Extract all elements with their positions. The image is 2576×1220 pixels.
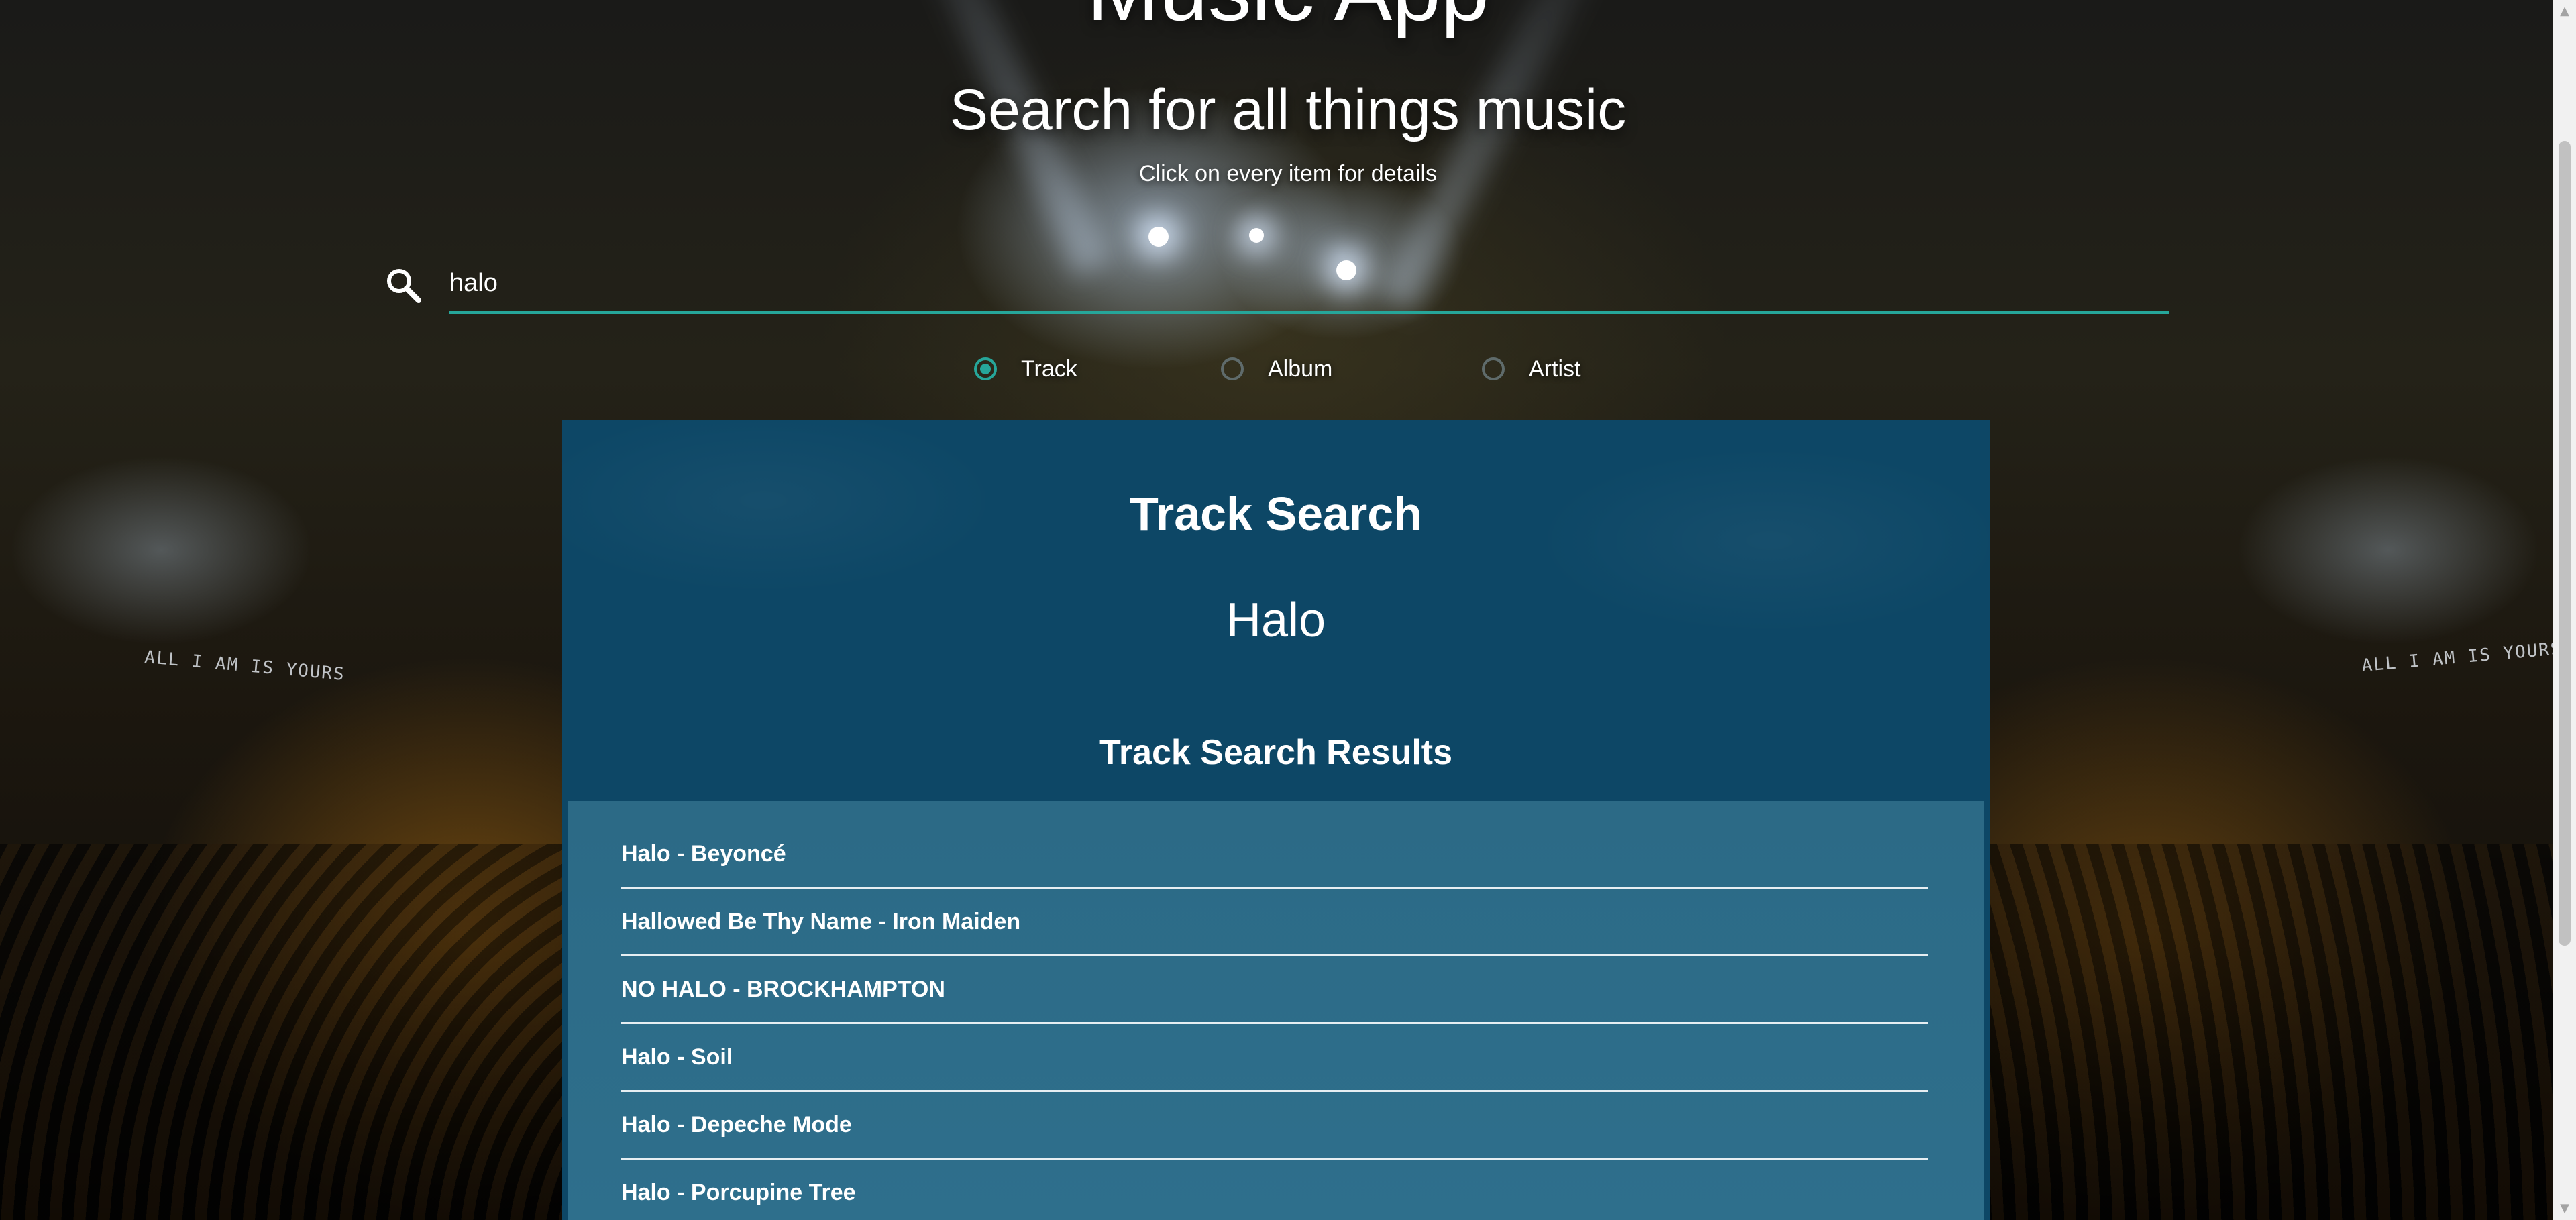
search-bar: [382, 255, 2169, 315]
radio-track-indicator[interactable]: [974, 357, 997, 380]
radio-album-indicator[interactable]: [1221, 357, 1244, 380]
result-item[interactable]: Halo - Porcupine Tree: [621, 1160, 1928, 1220]
page-title: Search for all things music: [949, 78, 1627, 142]
search-type-group: Track Album Artist: [0, 349, 2576, 389]
page-subtitle: Click on every item for details: [1138, 161, 1438, 186]
scroll-down-arrow-icon[interactable]: ▼: [2553, 1197, 2576, 1220]
app-title: Music App: [0, 0, 2576, 40]
scroll-thumb[interactable]: [2559, 141, 2571, 946]
stage-light: [1249, 228, 1264, 243]
track-search-panel: Track Search Halo Track Search Results H…: [562, 420, 1990, 1220]
results-title: Track Search Results: [1099, 733, 1453, 772]
radio-album-label: Album: [1268, 355, 1333, 382]
venue-screen-text-right: ALL I AM IS YOURS: [2361, 638, 2563, 677]
radio-artist[interactable]: Artist: [1482, 349, 1580, 389]
result-item[interactable]: Hallowed Be Thy Name - Iron Maiden: [621, 889, 1928, 956]
radio-album[interactable]: Album: [1221, 349, 1332, 389]
radio-artist-indicator[interactable]: [1482, 357, 1505, 380]
panel-title: Track Search: [1130, 488, 1422, 540]
result-item[interactable]: Halo - Beyoncé: [621, 821, 1928, 889]
radio-track-label: Track: [1021, 355, 1077, 382]
scroll-up-arrow-icon[interactable]: ▲: [2553, 0, 2576, 23]
results-list: Halo - Beyoncé Hallowed Be Thy Name - Ir…: [568, 801, 1984, 1220]
page-scrollbar[interactable]: ▲ ▼: [2553, 0, 2576, 1220]
venue-screen-text-left: ALL I AM IS YOURS: [144, 647, 346, 685]
result-item[interactable]: NO HALO - BROCKHAMPTON: [621, 956, 1928, 1024]
radio-track[interactable]: Track: [974, 349, 1077, 389]
result-item[interactable]: Halo - Depeche Mode: [621, 1092, 1928, 1160]
result-item[interactable]: Halo - Soil: [621, 1024, 1928, 1092]
radio-artist-label: Artist: [1529, 355, 1581, 382]
stage-light: [1148, 227, 1169, 247]
search-query-heading: Halo: [1226, 594, 1326, 647]
search-input[interactable]: [449, 255, 2169, 314]
search-icon[interactable]: [382, 264, 425, 307]
